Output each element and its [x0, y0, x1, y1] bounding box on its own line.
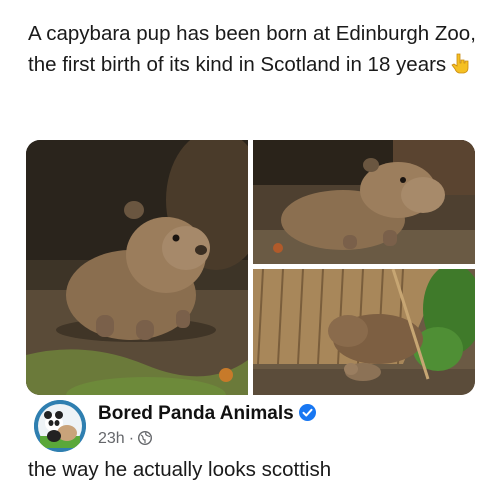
post-text: A capybara pup has been born at Edinburg… [28, 18, 478, 80]
pointing-down-icon [450, 52, 470, 74]
post-author[interactable]: Bored Panda Animals 23h · [34, 400, 474, 454]
globe-icon [138, 430, 153, 446]
post-time[interactable]: 23h [98, 430, 125, 447]
capybara-photo-sitting[interactable] [253, 140, 475, 264]
meta-separator: · [128, 430, 135, 447]
author-name[interactable]: Bored Panda Animals [98, 403, 294, 424]
verified-badge-icon [298, 404, 316, 421]
avatar[interactable] [34, 400, 86, 452]
capybara-photo-shelter[interactable] [253, 269, 475, 395]
photo-gallery[interactable] [26, 140, 475, 395]
capybara-photo-closeup[interactable] [26, 140, 248, 395]
author-name-row[interactable]: Bored Panda Animals [98, 403, 316, 425]
post-meta: 23h · [98, 430, 153, 448]
post-headline: A capybara pup has been born at Edinburg… [28, 22, 476, 76]
post-caption: the way he actually looks scottish [28, 458, 332, 481]
